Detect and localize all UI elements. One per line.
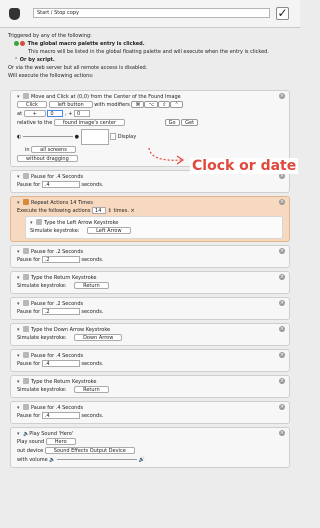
modifier-opt[interactable]: ⌥ xyxy=(144,101,159,108)
pause-action[interactable]: ▾ Pause for .2 Seconds × Pause for .2 secon… xyxy=(10,245,290,268)
y-field[interactable]: 0 xyxy=(74,110,90,117)
delete-action-icon[interactable]: × xyxy=(279,300,285,306)
relative-row: relative to the found image's center Go … xyxy=(17,119,283,128)
delete-action-icon[interactable]: × xyxy=(279,248,285,254)
pause-icon xyxy=(23,404,29,410)
type-keystroke-action[interactable]: ▾ Type the Return Keystroke × Simulate keys… xyxy=(10,271,290,294)
remove-trigger-icon[interactable] xyxy=(20,40,25,46)
annotation-arrow xyxy=(148,147,185,165)
pause-icon xyxy=(23,300,29,306)
pause-duration-field[interactable]: .4 xyxy=(41,412,80,419)
pause-duration-field[interactable]: .2 xyxy=(41,256,80,263)
screens-popup[interactable]: all screens xyxy=(31,146,76,153)
delete-action-icon[interactable]: × xyxy=(279,430,285,436)
x-op-popup[interactable]: + xyxy=(23,110,46,117)
delete-action-icon[interactable]: × xyxy=(279,326,285,332)
delete-action-icon[interactable]: × xyxy=(279,404,285,410)
output-device-popup[interactable]: Sound Effects Output Device xyxy=(44,447,135,454)
delete-action-icon[interactable]: × xyxy=(279,93,285,99)
pause-duration-field[interactable]: .4 xyxy=(41,360,80,367)
delete-action-icon[interactable]: × xyxy=(279,199,285,205)
dragging-popup[interactable]: without dragging xyxy=(17,155,78,162)
pause-icon xyxy=(23,248,29,254)
add-trigger-icon[interactable] xyxy=(14,40,19,46)
repeat-count-field[interactable]: 14 xyxy=(92,207,107,214)
modifier-shift[interactable]: ⇧ xyxy=(158,101,171,108)
coordinates-row: at + 0 , + 0 xyxy=(17,110,283,119)
delete-action-icon[interactable]: × xyxy=(279,274,285,280)
keystroke-field[interactable]: Return xyxy=(74,386,109,393)
macro-name-field[interactable]: Start / Stop copy xyxy=(33,8,270,18)
pause-action[interactable]: ▾ Pause for .2 Seconds × Pause for .2 secon… xyxy=(10,297,290,320)
click-row: Click left button with modifiers ⌘ ⌥ ⇧ ⌃ xyxy=(17,101,283,110)
trigger-palette-note: This macro will be listed in the global … xyxy=(28,49,269,55)
keyboard-maestro-icon xyxy=(9,8,20,20)
keyboard-icon xyxy=(23,378,29,384)
keystroke-field[interactable]: Return xyxy=(74,282,109,289)
trigger-script-row: ⌃ Or by script. xyxy=(14,57,55,63)
trigger-web-server: Or via the web server but all remote acc… xyxy=(8,65,148,71)
action-icon xyxy=(23,93,29,99)
repeat-icon xyxy=(23,199,29,205)
pause-icon xyxy=(23,352,29,358)
keystroke-field[interactable]: Left Arrow xyxy=(87,227,131,234)
modifier-cmd[interactable]: ⌘ xyxy=(131,101,145,108)
pause-action[interactable]: ▾ Pause for .4 Seconds × Pause for .4 secon… xyxy=(10,401,290,424)
pause-duration-field[interactable]: .2 xyxy=(41,308,80,315)
after-actions: ▾ Pause for .2 Seconds × Pause for .2 secon… xyxy=(10,245,290,424)
type-keystroke-action[interactable]: ▾ Type the Return Keystroke × Simulate keys… xyxy=(10,375,290,398)
go-button[interactable]: Go xyxy=(164,119,180,126)
stepper-icon[interactable]: ⇕ xyxy=(108,208,112,214)
type-keystroke-action[interactable]: ▾ Type the Down Arrow Keystroke × Simulate … xyxy=(10,323,290,346)
slider-knob-icon[interactable]: ● xyxy=(75,134,79,140)
action-header: ▾ Move and Click at (0,0) from the Center… xyxy=(17,93,181,100)
click-type-popup[interactable]: Click xyxy=(17,101,47,108)
mouse-button-popup[interactable]: left button xyxy=(48,101,93,108)
image-icon: ◐ xyxy=(17,134,22,140)
remove-icon[interactable]: × xyxy=(131,208,135,214)
pause-duration-field[interactable]: .4 xyxy=(41,181,80,188)
sound-popup[interactable]: Hero xyxy=(45,438,76,445)
pause-icon xyxy=(23,173,29,179)
pause-action[interactable]: ▾ Pause for .4 Seconds × Pause for .4 secon… xyxy=(10,349,290,372)
actions-heading: Will execute the following actions: xyxy=(8,73,94,79)
nested-type-action[interactable]: ▾ Type the Left Arrow Keystroke Simulate … xyxy=(25,216,283,239)
play-sound-action[interactable]: ▾ 🔈Play Sound 'Hero' × Play sound Hero ou… xyxy=(10,427,290,468)
get-button[interactable]: Get xyxy=(181,119,199,126)
trigger-palette-row: The global macro palette entry is clicke… xyxy=(8,40,292,48)
triggers-heading: Triggered by any of the following: xyxy=(8,33,92,39)
keystroke-field[interactable]: Down Arrow xyxy=(74,334,123,341)
trigger-palette-label: The global macro palette entry is clicke… xyxy=(27,41,145,47)
triggers-section: Triggered by any of the following: The g… xyxy=(8,32,292,80)
image-fuzz-row: ◐ ● Display xyxy=(17,128,283,146)
trigger-script-icon: ⌃ xyxy=(14,57,19,63)
volume-slider[interactable] xyxy=(57,459,138,460)
keyboard-icon xyxy=(23,274,29,280)
volume-high-icon: 🔊 xyxy=(138,457,145,463)
volume-low-icon: 🔈 xyxy=(49,457,56,463)
annotation-label: Clock or date xyxy=(190,158,299,174)
relative-popup[interactable]: found image's center xyxy=(53,119,126,126)
fuzz-slider[interactable] xyxy=(22,136,73,137)
display-checkbox[interactable] xyxy=(110,133,117,140)
delete-action-icon[interactable]: × xyxy=(279,378,285,384)
delete-action-icon[interactable]: × xyxy=(279,352,285,358)
keyboard-icon xyxy=(23,326,29,332)
image-well[interactable] xyxy=(80,128,109,145)
keyboard-icon xyxy=(36,219,42,225)
x-field[interactable]: 0 xyxy=(47,110,64,117)
modifier-ctrl[interactable]: ⌃ xyxy=(170,101,183,108)
macro-header: Start / Stop copy ✓ xyxy=(0,0,300,28)
repeat-action[interactable]: ▾ Repeat Actions 14 Times × Execute the f… xyxy=(10,196,290,242)
macro-enabled-checkbox[interactable]: ✓ xyxy=(276,7,289,20)
